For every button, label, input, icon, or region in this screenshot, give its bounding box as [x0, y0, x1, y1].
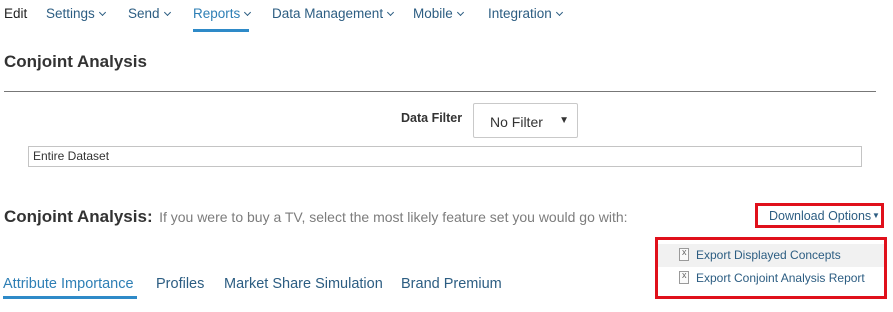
download-options-menu: Export Displayed Concepts Export Conjoin… [655, 237, 887, 299]
tab-brand-premium[interactable]: Brand Premium [401, 276, 502, 292]
nav-data-management[interactable]: Data Management [272, 6, 395, 21]
chevron-down-icon [387, 8, 395, 17]
chevron-down-icon [244, 8, 252, 17]
dataset-field: Entire Dataset [28, 146, 862, 167]
active-nav-indicator [193, 29, 249, 32]
nav-reports-label: Reports [193, 6, 241, 21]
title-divider [4, 91, 876, 92]
nav-data-management-label: Data Management [272, 6, 384, 21]
page-title: Conjoint Analysis [4, 52, 147, 71]
caret-down-icon: ▼ [872, 211, 880, 220]
menu-item-export-displayed-concepts[interactable]: Export Displayed Concepts [658, 244, 884, 267]
download-options-label: Download Options [769, 209, 872, 223]
tab-market-share-simulation[interactable]: Market Share Simulation [224, 276, 383, 292]
excel-file-icon [679, 247, 689, 261]
nav-settings-label: Settings [46, 6, 95, 21]
menu-item-export-conjoint-report[interactable]: Export Conjoint Analysis Report [658, 267, 884, 290]
nav-integration[interactable]: Integration [488, 6, 563, 21]
active-tab-indicator [3, 296, 137, 299]
data-filter-select[interactable]: No Filter ▼ [473, 103, 578, 138]
section-prompt: If you were to buy a TV, select the most… [159, 209, 628, 225]
nav-send-label: Send [128, 6, 160, 21]
tab-profiles[interactable]: Profiles [156, 276, 204, 292]
tab-attribute-importance[interactable]: Attribute Importance [3, 276, 134, 292]
nav-send[interactable]: Send [128, 6, 171, 21]
download-options-button[interactable]: Download Options ▼ [755, 203, 884, 228]
nav-edit[interactable]: Edit [4, 6, 27, 21]
section-title: Conjoint Analysis: [4, 207, 153, 226]
nav-mobile-label: Mobile [413, 6, 453, 21]
data-filter-value: No Filter [490, 114, 543, 130]
nav-settings[interactable]: Settings [46, 6, 106, 21]
menu-item-label: Export Conjoint Analysis Report [696, 271, 865, 285]
chevron-down-icon [555, 8, 563, 17]
chevron-down-icon [456, 8, 464, 17]
nav-reports[interactable]: Reports [193, 6, 252, 21]
excel-file-icon [679, 270, 689, 284]
caret-down-icon: ▼ [559, 115, 569, 126]
chevron-down-icon [163, 8, 171, 17]
chevron-down-icon [98, 8, 106, 17]
section-heading: Conjoint Analysis: If you were to buy a … [4, 207, 628, 227]
nav-mobile[interactable]: Mobile [413, 6, 464, 21]
data-filter-label: Data Filter [401, 111, 463, 125]
dataset-value: Entire Dataset [33, 149, 110, 163]
nav-integration-label: Integration [488, 6, 552, 21]
top-navigation: Edit Settings Send Reports Data Manageme… [0, 0, 893, 34]
menu-item-label: Export Displayed Concepts [696, 248, 841, 262]
